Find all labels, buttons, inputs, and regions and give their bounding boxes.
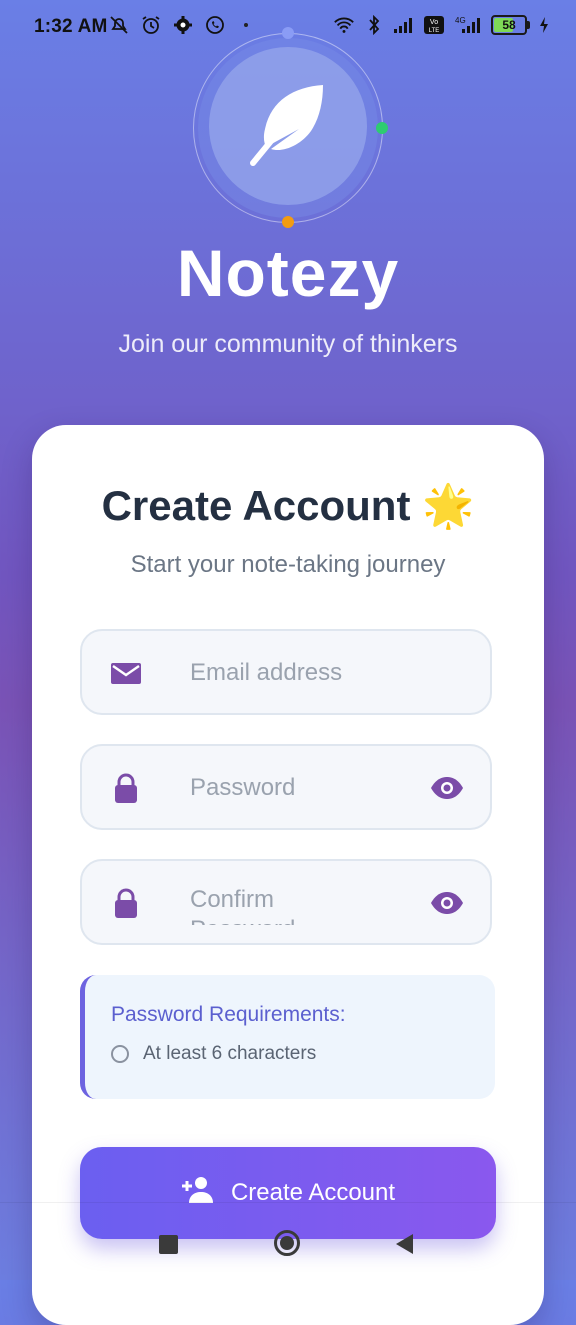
- battery-icon: 58: [491, 15, 530, 35]
- password-input[interactable]: [190, 766, 410, 810]
- eye-icon[interactable]: [430, 889, 464, 917]
- system-nav-bar: [0, 1202, 576, 1281]
- back-button[interactable]: [396, 1234, 413, 1254]
- 4g-signal-icon: 4G: [453, 14, 483, 36]
- svg-text:LTE: LTE: [429, 28, 440, 34]
- confirm-password-input[interactable]: Confirm Password: [190, 885, 330, 925]
- notification-dot: [244, 23, 248, 27]
- requirements-title: Password Requirements:: [111, 1003, 346, 1026]
- lock-icon: [110, 772, 142, 804]
- card-title: Create Account 🌟: [101, 482, 475, 529]
- app-name: Notezy: [176, 236, 400, 310]
- requirement-item: At least 6 characters: [111, 1043, 316, 1065]
- signal-icon: [393, 14, 415, 36]
- password-field[interactable]: [80, 744, 492, 830]
- mail-icon: [110, 657, 142, 689]
- card-subtitle: Start your note-taking journey: [130, 551, 446, 578]
- alarm-icon: [140, 14, 162, 36]
- email-input[interactable]: [190, 651, 410, 695]
- eye-icon[interactable]: [430, 774, 464, 802]
- signup-card: Create Account 🌟 Start your note-taking …: [32, 425, 544, 1325]
- confirm-password-field[interactable]: Confirm Password: [80, 859, 492, 945]
- tagline: Join our community of thinkers: [118, 330, 458, 358]
- requirement-status-icon: [111, 1045, 129, 1063]
- requirement-label: At least 6 characters: [143, 1043, 317, 1064]
- email-field[interactable]: [80, 629, 492, 715]
- logo-orb-green: [376, 122, 388, 134]
- volte-icon: Vo LTE: [423, 14, 445, 36]
- password-requirements: Password Requirements: At least 6 charac…: [80, 975, 495, 1099]
- svg-text:4G: 4G: [455, 16, 466, 25]
- logo-orb-orange: [282, 216, 294, 228]
- charging-icon: [538, 14, 550, 36]
- home-button[interactable]: [274, 1230, 300, 1256]
- app-logo: [193, 27, 388, 228]
- logo-orb-blue: [282, 27, 294, 39]
- lock-icon: [110, 887, 142, 919]
- svg-text:Vo: Vo: [430, 19, 438, 26]
- recents-button[interactable]: [159, 1235, 178, 1254]
- status-time: 1:32 AM: [34, 16, 108, 37]
- settings-icon: [172, 14, 194, 36]
- mute-icon: [108, 14, 130, 36]
- feather-icon: [243, 79, 333, 174]
- battery-level: 58: [502, 18, 516, 32]
